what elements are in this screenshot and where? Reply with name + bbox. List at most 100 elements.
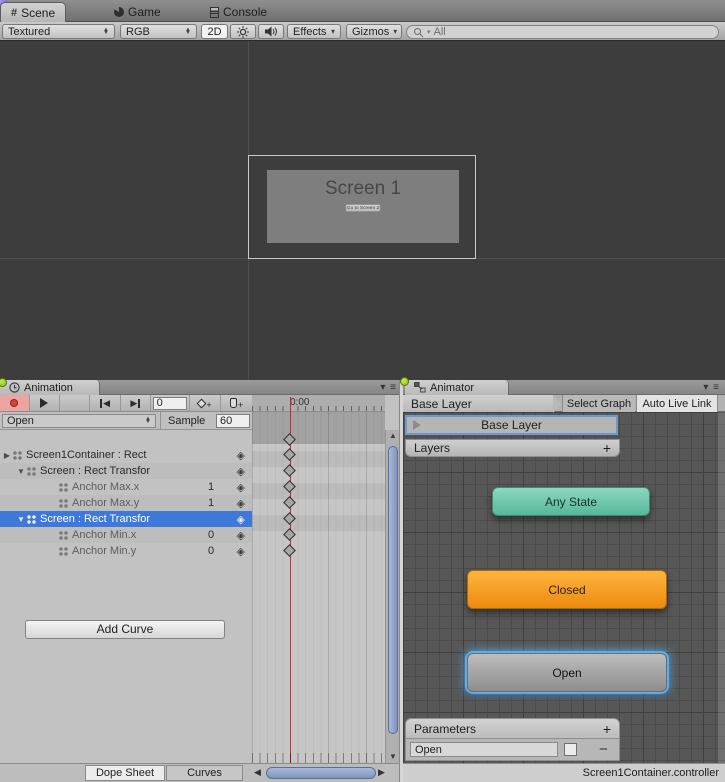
parameters-panel-header[interactable]: Parameters + [405,718,620,739]
curves-tab[interactable]: Curves [166,765,243,781]
event-marker-icon [230,398,237,408]
dope-sheet[interactable] [252,412,385,763]
effects-dropdown[interactable]: Effects ▾ [287,24,341,39]
window-menu-icon[interactable]: ▾ ≡ [703,382,720,393]
property-row[interactable]: Anchor Min.x 0 ◈ [0,527,252,543]
animation-tabrow: Animation ▾ ≡ [0,380,403,395]
node-label: Closed [548,583,585,597]
parameter-name-field[interactable]: Open [410,742,558,757]
auto-live-link-label: Auto Live Link [642,398,711,410]
state-machine-icon [414,382,426,393]
add-parameter-icon[interactable]: + [603,721,611,737]
add-layer-icon[interactable]: + [603,440,611,456]
key-diamond-icon[interactable]: ◈ [237,497,245,510]
keyframe-diamond-icon [197,398,207,408]
play-button[interactable] [30,395,60,411]
search-icon [413,27,424,38]
scroll-right-icon[interactable]: ▶ [378,767,385,778]
key-diamond-icon[interactable]: ◈ [237,529,245,542]
record-icon [10,399,18,407]
dope-sheet-tab[interactable]: Dope Sheet [85,765,165,781]
scroll-up-icon[interactable]: ▲ [386,430,400,442]
key-diamond-icon[interactable]: ◈ [237,545,245,558]
scroll-down-icon[interactable]: ▼ [386,751,400,763]
rect-transform-icon [12,450,23,461]
prev-key-icon: ◀ [103,398,110,409]
clip-dropdown[interactable]: Open ▲▼ [2,414,156,428]
screen1-panel[interactable]: Screen 1 Go to Screen 2 [267,170,459,243]
add-curve-button[interactable]: Add Curve [25,620,225,639]
layer-item-base-layer[interactable]: Base Layer [405,415,618,435]
next-key-button[interactable]: ▶ [121,395,151,411]
go-to-screen2-button[interactable]: Go to Screen 2 [345,204,380,212]
foldout-icon[interactable]: ▼ [16,515,26,524]
animation-window: Animation ▾ ≡ ◀ ▶ 0 + + Open ▲▼ Sample 6… [0,380,403,782]
tab-animation[interactable]: Animation [0,380,100,395]
tab-animator[interactable]: Animator [405,380,509,395]
add-keyframe-button[interactable]: + [189,395,222,411]
key-diamond-icon[interactable]: ◈ [237,513,245,526]
rect-transform-icon [26,514,37,525]
key-diamond-icon[interactable]: ◈ [237,449,245,462]
shading-mode-dropdown[interactable]: Textured ▲▼ [2,24,115,39]
gizmos-dropdown[interactable]: Gizmos ▾ [346,24,402,39]
property-row[interactable]: Anchor Max.y 1 ◈ [0,495,252,511]
breadcrumb-base-layer[interactable]: Base Layer [403,395,553,412]
rect-transform-icon [58,498,69,509]
foldout-icon[interactable]: ▶ [2,451,12,460]
horizontal-scrollbar-thumb[interactable] [266,767,376,779]
frame-number-field[interactable]: 0 [153,397,187,410]
animation-transport: ◀ ▶ 0 + + [0,395,252,412]
vertical-scrollbar-thumb[interactable] [388,446,398,734]
vertical-scrollbar[interactable]: ▲ ▼ [385,430,399,763]
timeline-ruler[interactable]: 0:00 [252,395,385,412]
property-row[interactable]: Anchor Min.y 0 ◈ [0,543,252,559]
key-diamond-icon[interactable]: ◈ [237,465,245,478]
parameters-header-label: Parameters [414,722,476,736]
toggle-2d-button[interactable]: 2D [201,24,228,39]
tab-game[interactable]: Game [104,2,171,22]
property-label: Anchor Min.y [72,545,136,557]
animator-window: Animator ▾ ≡ Base Layer Select Graph Aut… [403,380,725,782]
window-menu-icon[interactable]: ▾ ≡ [380,382,397,393]
scene-viewport[interactable]: Screen 1 Go to Screen 2 [0,41,725,380]
state-machine-graph[interactable]: Base Layer Layers + Any State Closed Ope… [403,412,725,763]
property-row[interactable]: ▼ Screen : Rect Transfor ◈ [0,463,252,479]
select-graph-button[interactable]: Select Graph [562,395,635,412]
property-row[interactable]: ▶ Screen1Container : Rect ◈ [0,447,252,463]
updown-arrows-icon: ▲▼ [145,418,151,424]
state-node-any-state[interactable]: Any State [492,487,650,516]
property-row[interactable]: Anchor Max.x 1 ◈ [0,479,252,495]
parameter-bool-checkbox[interactable] [564,743,577,756]
scene-audio-button[interactable] [258,24,284,39]
tab-scene[interactable]: # Scene [0,2,66,22]
updown-arrows-icon: ▲▼ [185,29,191,35]
scene-lighting-button[interactable] [230,24,256,39]
sample-rate-field[interactable]: 60 [216,414,250,428]
key-diamond-icon[interactable]: ◈ [237,481,245,494]
property-value: 1 [208,481,214,493]
animation-bottom-bar: Dope Sheet Curves ◀ ▶ [0,763,403,782]
graph-right-scrollbar[interactable] [717,412,725,763]
scroll-left-icon[interactable]: ◀ [254,767,261,778]
layers-panel-header[interactable]: Layers + [405,439,620,457]
render-channels-dropdown[interactable]: RGB ▲▼ [120,24,197,39]
scene-search-input[interactable]: ▾ All [406,25,719,39]
foldout-icon[interactable]: ▼ [16,467,26,476]
property-row-selected[interactable]: ▼ Screen : Rect Transfor ◈ [0,511,252,527]
tab-console[interactable]: Console [200,2,277,22]
rect-transform-icon [58,530,69,541]
auto-live-link-button[interactable]: Auto Live Link [636,395,718,412]
first-key-button[interactable]: ◀ [90,395,121,411]
sample-label: Sample [168,415,205,427]
ui-canvas-outline[interactable]: Screen 1 Go to Screen 2 [248,155,476,259]
record-button[interactable] [0,395,30,411]
state-node-closed[interactable]: Closed [467,570,667,609]
controller-name: Screen1Container.controller [583,767,719,779]
breadcrumb-label: Base Layer [411,397,472,411]
rect-transform-icon [58,482,69,493]
remove-parameter-icon[interactable]: − [599,745,608,755]
state-node-open[interactable]: Open [467,653,667,692]
property-value: 1 [208,497,214,509]
add-event-button[interactable]: + [221,395,252,411]
